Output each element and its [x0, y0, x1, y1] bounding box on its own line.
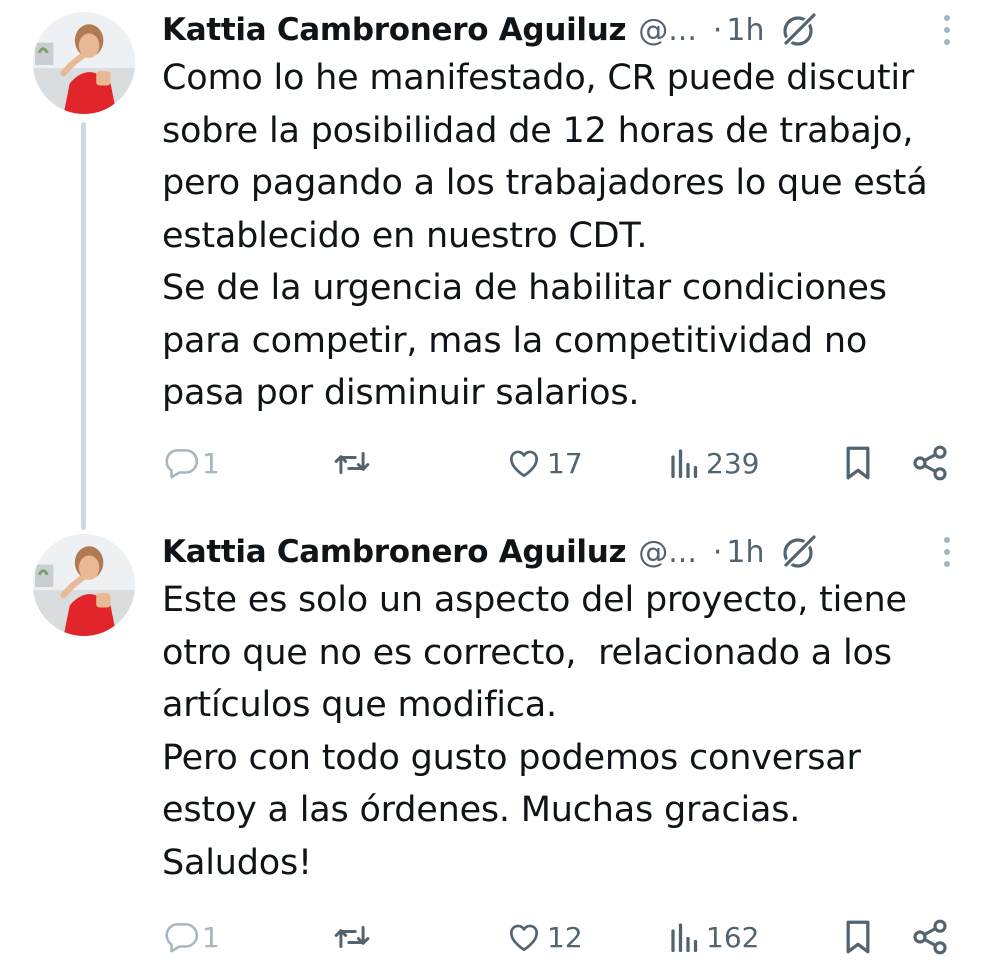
- retweet-icon: [334, 451, 370, 475]
- heart-icon: [509, 924, 539, 952]
- views-icon: [671, 923, 698, 953]
- tweet-text-line: pasa por disminuir salarios.: [162, 373, 640, 413]
- reply-count: 1: [202, 920, 220, 954]
- share-button[interactable]: [910, 438, 950, 488]
- views-button[interactable]: 162: [668, 912, 759, 962]
- reply-icon: [165, 923, 199, 953]
- more-icon[interactable]: [932, 8, 962, 52]
- tweet-text-line: para competir, mas la competitividad no: [162, 320, 868, 361]
- separator-dot: ·: [712, 534, 723, 570]
- bookmark-icon: [846, 920, 870, 954]
- tweet-actions: 1 12 162: [0, 912, 1000, 962]
- bookmark-button[interactable]: [840, 438, 876, 488]
- grok-icon[interactable]: [779, 531, 821, 573]
- retweet-icon: [334, 925, 370, 949]
- share-button[interactable]: [910, 912, 950, 962]
- tweet[interactable]: Kattia Cambronero Aguiluz @... · 1h Como…: [0, 0, 1000, 500]
- tweet-text: Como lo he manifestado, CR puede discuti…: [162, 52, 962, 420]
- bookmark-button[interactable]: [840, 912, 876, 962]
- share-icon: [913, 445, 947, 481]
- view-count: 162: [706, 920, 760, 954]
- author-handle[interactable]: @...: [638, 13, 697, 48]
- retweet-button[interactable]: [330, 912, 378, 962]
- avatar[interactable]: [33, 12, 135, 114]
- avatar-image: [33, 12, 135, 114]
- tweet-header: Kattia Cambronero Aguiluz @... · 1h: [162, 528, 952, 576]
- tweet-text-line: otro que no es correcto, relacionado a l…: [162, 632, 892, 673]
- tweet-header: Kattia Cambronero Aguiluz @... · 1h: [162, 6, 952, 54]
- separator-dot: ·: [712, 12, 723, 48]
- like-count: 17: [547, 446, 583, 480]
- author-name[interactable]: Kattia Cambronero Aguiluz: [162, 534, 627, 570]
- reply-icon: [165, 449, 199, 479]
- tweet-text-line: Este es solo un aspecto del proyecto, ti…: [162, 580, 907, 620]
- like-button[interactable]: 17: [505, 438, 583, 488]
- like-button[interactable]: 12: [505, 912, 583, 962]
- grok-icon[interactable]: [779, 9, 821, 51]
- like-count: 12: [547, 920, 583, 954]
- author-handle[interactable]: @...: [638, 535, 697, 570]
- tweet-text-line: estoy a las órdenes. Muchas gracias.: [162, 790, 801, 830]
- more-icon[interactable]: [932, 530, 962, 574]
- tweet-text-line: Pero con todo gusto podemos conversar: [162, 737, 861, 778]
- share-icon: [913, 919, 947, 955]
- tweet-text: Este es solo un aspecto del proyecto, ti…: [162, 574, 962, 889]
- view-count: 239: [706, 446, 760, 480]
- tweet-text-line: Saludos!: [162, 842, 312, 883]
- avatar[interactable]: [33, 534, 135, 636]
- views-icon: [671, 449, 698, 479]
- tweet-text-line: artículos que modifica.: [162, 685, 557, 725]
- reply-button[interactable]: 1: [162, 912, 220, 962]
- tweet-actions: 1 17 239: [0, 438, 1000, 488]
- timestamp[interactable]: 1h: [726, 13, 764, 48]
- tweet[interactable]: Kattia Cambronero Aguiluz @... · 1h Este…: [0, 522, 1000, 969]
- reply-button[interactable]: 1: [162, 438, 220, 488]
- retweet-button[interactable]: [330, 438, 378, 488]
- tweet-text-line: Se de la urgencia de habilitar condicion…: [162, 268, 887, 308]
- timestamp[interactable]: 1h: [726, 535, 764, 570]
- heart-icon: [509, 450, 539, 478]
- bookmark-icon: [846, 446, 870, 480]
- author-name[interactable]: Kattia Cambronero Aguiluz: [162, 12, 627, 48]
- avatar-image: [33, 534, 135, 636]
- reply-count: 1: [202, 446, 220, 480]
- tweet-text-line: sobre la posibilidad de 12 horas de trab…: [162, 110, 914, 151]
- tweet-text-line: Como lo he manifestado, CR puede discuti…: [162, 58, 915, 98]
- tweet-text-line: pero pagando a los trabajadores lo que e…: [162, 163, 928, 203]
- tweet-text-line: establecido en nuestro CDT.: [162, 215, 648, 256]
- views-button[interactable]: 239: [668, 438, 759, 488]
